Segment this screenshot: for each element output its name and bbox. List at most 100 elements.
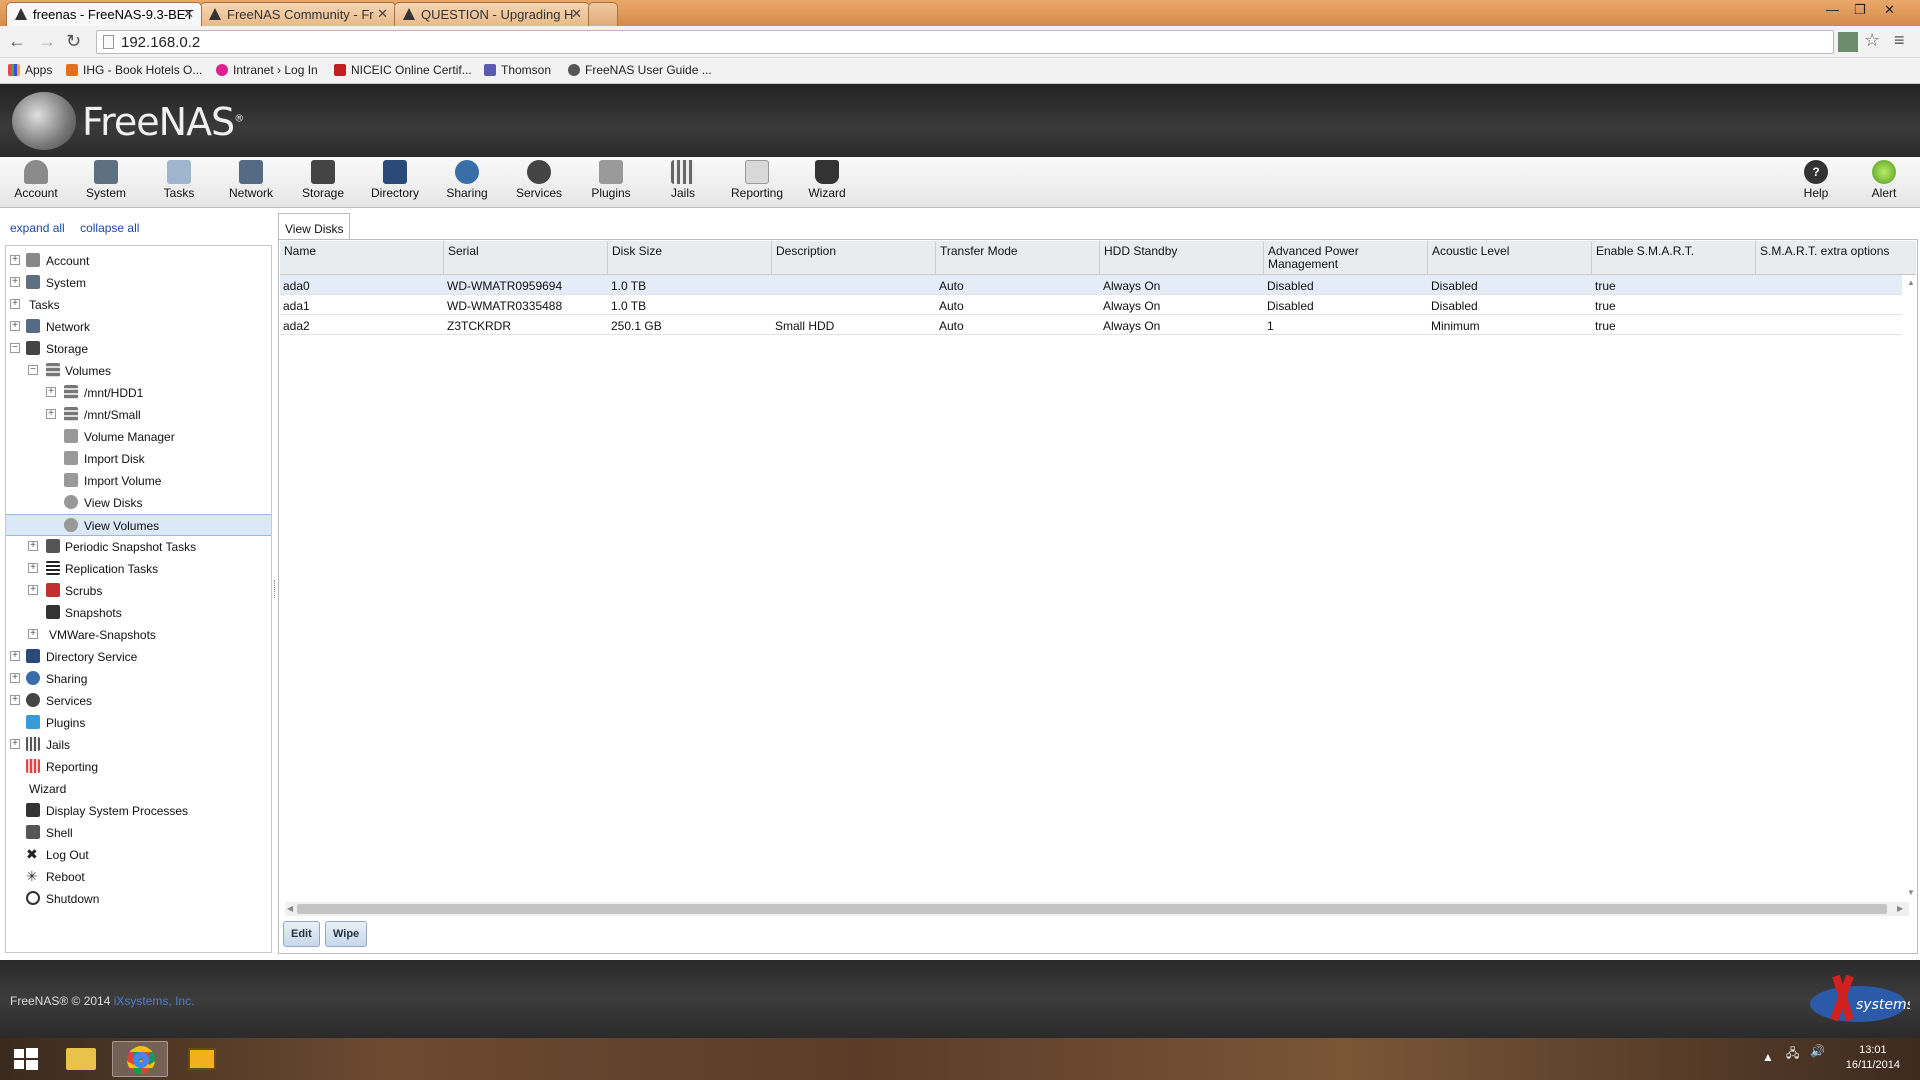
back-icon[interactable]: ← — [8, 31, 26, 52]
taskbar-media-player[interactable] — [174, 1041, 230, 1077]
expand-icon[interactable]: + — [28, 629, 38, 639]
table-row[interactable]: ada0 WD-WMATR0959694 1.0 TB Auto Always … — [280, 275, 1902, 295]
tree-item-reboot[interactable]: ✳ Reboot — [6, 866, 271, 888]
expand-icon[interactable]: + — [46, 409, 56, 419]
volume-tray-icon[interactable]: 🔊 — [1810, 1044, 1825, 1058]
toolbar-plugins[interactable]: Plugins — [577, 160, 645, 200]
tree-item-periodic-snapshot-tasks[interactable]: + Periodic Snapshot Tasks — [6, 536, 271, 558]
expand-icon[interactable]: + — [10, 299, 20, 309]
tree-item-snapshots[interactable]: Snapshots — [6, 602, 271, 624]
toolbar-alert[interactable]: Alert — [1850, 160, 1918, 200]
close-icon[interactable]: ✕ — [183, 6, 194, 22]
edit-button[interactable]: Edit — [283, 921, 320, 947]
column-header-smart-extra-options[interactable]: S.M.A.R.T. extra options — [1756, 241, 1916, 275]
tree-item-directory-service[interactable]: + Directory Service — [6, 646, 271, 668]
tree-item-replication-tasks[interactable]: + Replication Tasks — [6, 558, 271, 580]
tree-item-scrubs[interactable]: + Scrubs — [6, 580, 271, 602]
close-icon[interactable]: ✕ — [377, 6, 388, 22]
tree-item-display-system-processes[interactable]: Display System Processes — [6, 800, 271, 822]
toolbar-services[interactable]: Services — [505, 160, 573, 200]
tree-item-storage[interactable]: − Storage — [6, 338, 271, 360]
browser-tab-community[interactable]: FreeNAS Community - Fr ✕ — [200, 2, 396, 26]
expand-icon[interactable]: + — [10, 695, 20, 705]
scroll-right-icon[interactable]: ▶ — [1897, 904, 1903, 913]
new-tab-button[interactable] — [588, 2, 618, 26]
tree-item-network[interactable]: + Network — [6, 316, 271, 338]
tree-item-vmware-snapshots[interactable]: + VMWare-Snapshots — [6, 624, 271, 646]
system-clock[interactable]: 13:01 16/11/2014 — [1846, 1043, 1900, 1073]
tree-item-wizard[interactable]: Wizard — [6, 778, 271, 800]
expand-icon[interactable]: + — [10, 673, 20, 683]
expand-icon[interactable]: + — [10, 255, 20, 265]
taskbar-chrome[interactable] — [112, 1041, 168, 1077]
tree-item-log-out[interactable]: ✖ Log Out — [6, 844, 271, 866]
expand-icon[interactable]: + — [28, 563, 38, 573]
bookmark-intranet[interactable]: Intranet › Log In — [216, 63, 318, 77]
forward-icon[interactable]: → — [38, 31, 56, 52]
tree-item-plugins[interactable]: Plugins — [6, 712, 271, 734]
ixsystems-link[interactable]: iXsystems, Inc. — [114, 994, 195, 1008]
tree-item-shell[interactable]: Shell — [6, 822, 271, 844]
column-header-transfer-mode[interactable]: Transfer Mode — [936, 241, 1100, 275]
bookmark-apps[interactable]: Apps — [8, 63, 52, 77]
close-icon[interactable]: ✕ — [571, 6, 582, 22]
network-tray-icon[interactable]: 🖧 — [1786, 1044, 1799, 1065]
tree-item-mnt-small[interactable]: + /mnt/Small — [6, 404, 271, 426]
restore-icon[interactable]: ❐ — [1854, 2, 1866, 18]
taskbar-file-explorer[interactable] — [52, 1041, 108, 1077]
toolbar-account[interactable]: Account — [2, 160, 70, 200]
expand-icon[interactable]: + — [28, 585, 38, 595]
column-header-name[interactable]: Name — [280, 241, 444, 275]
minimize-icon[interactable]: — — [1826, 2, 1839, 17]
url-input[interactable]: 192.168.0.2 — [96, 30, 1834, 54]
expand-icon[interactable]: + — [46, 387, 56, 397]
panel-splitter[interactable] — [274, 580, 276, 598]
expand-icon[interactable]: + — [10, 321, 20, 331]
tree-item-mnt-hdd1[interactable]: + /mnt/HDD1 — [6, 382, 271, 404]
column-header-serial[interactable]: Serial — [444, 241, 608, 275]
expand-icon[interactable]: + — [10, 651, 20, 661]
tree-item-shutdown[interactable]: Shutdown — [6, 888, 271, 910]
tree-item-reporting[interactable]: Reporting — [6, 756, 271, 778]
collapse-icon[interactable]: − — [10, 343, 20, 353]
bookmark-star-icon[interactable]: ☆ — [1864, 30, 1880, 51]
wipe-button[interactable]: Wipe — [325, 921, 368, 947]
tree-item-sharing[interactable]: + Sharing — [6, 668, 271, 690]
tree-item-volume-manager[interactable]: Volume Manager — [6, 426, 271, 448]
bookmark-ihg[interactable]: IHG - Book Hotels O... — [66, 63, 202, 77]
tab-view-disks[interactable]: View Disks — [278, 213, 351, 239]
tree-item-tasks[interactable]: + Tasks — [6, 294, 271, 316]
tree-item-services[interactable]: + Services — [6, 690, 271, 712]
expand-all-link[interactable]: expand all — [10, 221, 65, 235]
horizontal-scrollbar[interactable]: ◀ ▶ — [285, 902, 1909, 916]
table-row[interactable]: ada1 WD-WMATR0335488 1.0 TB Auto Always … — [280, 295, 1902, 315]
tree-item-jails[interactable]: + Jails — [6, 734, 271, 756]
collapse-icon[interactable]: − — [28, 365, 38, 375]
toolbar-storage[interactable]: Storage — [289, 160, 357, 200]
scroll-up-icon[interactable]: ▲ — [1907, 278, 1915, 287]
tree-item-volumes[interactable]: − Volumes — [6, 360, 271, 382]
toolbar-reporting[interactable]: Reporting — [723, 160, 791, 200]
scroll-down-icon[interactable]: ▼ — [1907, 888, 1915, 897]
column-header-disk-size[interactable]: Disk Size — [608, 241, 772, 275]
expand-icon[interactable]: + — [28, 541, 38, 551]
collapse-all-link[interactable]: collapse all — [80, 221, 139, 235]
tree-item-account[interactable]: + Account — [6, 250, 271, 272]
expand-icon[interactable]: + — [10, 739, 20, 749]
start-button[interactable] — [4, 1041, 48, 1077]
toolbar-directory[interactable]: Directory — [361, 160, 429, 200]
toolbar-network[interactable]: Network — [217, 160, 285, 200]
toolbar-help[interactable]: ? Help — [1782, 160, 1850, 200]
expand-icon[interactable]: + — [10, 277, 20, 287]
tree-item-view-disks[interactable]: View Disks — [6, 492, 271, 514]
bookmark-freenas-guide[interactable]: FreeNAS User Guide ... — [568, 63, 712, 77]
reload-icon[interactable]: ↻ — [66, 31, 81, 52]
toolbar-jails[interactable]: Jails — [649, 160, 717, 200]
scroll-left-icon[interactable]: ◀ — [287, 904, 293, 913]
bookmark-thomson[interactable]: Thomson — [484, 63, 551, 77]
column-header-hdd-standby[interactable]: HDD Standby — [1100, 241, 1264, 275]
column-header-advanced-power-management[interactable]: Advanced Power Management — [1264, 241, 1428, 275]
column-header-acoustic-level[interactable]: Acoustic Level — [1428, 241, 1592, 275]
bookmark-niceic[interactable]: NICEIC Online Certif... — [334, 63, 472, 77]
extension-icon[interactable] — [1838, 32, 1858, 52]
